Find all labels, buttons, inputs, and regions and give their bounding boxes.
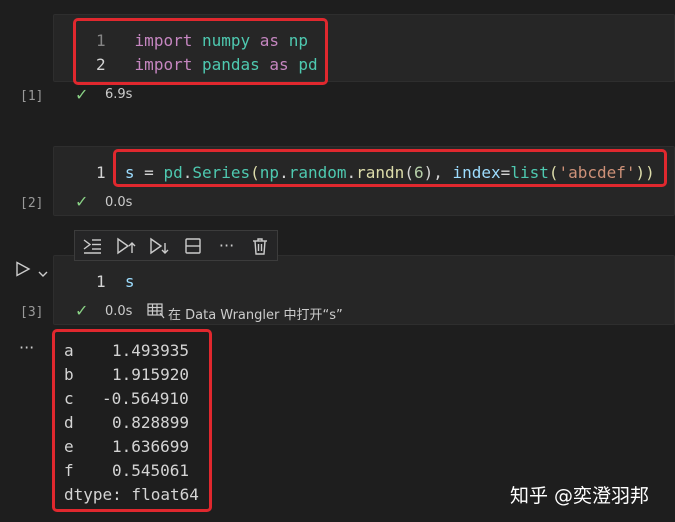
data-wrangler-icon[interactable] <box>147 303 165 323</box>
execution-count: [3] <box>20 305 44 320</box>
highlight-box <box>113 149 667 187</box>
run-below-icon[interactable] <box>142 231 176 260</box>
highlight-box <box>73 18 328 85</box>
line-number: 1 <box>96 163 106 182</box>
code-line[interactable]: 1 s <box>96 272 135 291</box>
split-cell-icon[interactable] <box>176 231 210 260</box>
execution-time: 0.0s <box>105 195 133 210</box>
watermark: 知乎 @奕澄羽邦 <box>510 485 650 507</box>
output-more-icon[interactable]: ··· <box>19 338 34 357</box>
execution-time: 0.0s <box>105 304 133 319</box>
delete-icon[interactable] <box>243 231 277 260</box>
execution-count: [2] <box>20 196 44 211</box>
chevron-down-icon[interactable] <box>37 264 49 283</box>
cell-toolbar: ··· <box>74 230 278 261</box>
success-check-icon: ✓ <box>75 192 89 211</box>
success-check-icon: ✓ <box>75 301 89 320</box>
run-above-icon[interactable] <box>109 231 143 260</box>
code-token: s <box>124 272 135 291</box>
highlight-box <box>52 329 212 512</box>
open-in-data-wrangler-link[interactable]: 在 Data Wrangler 中打开“s” <box>168 304 343 323</box>
execution-count: [1] <box>20 89 44 104</box>
execution-time: 6.9s <box>105 87 133 102</box>
line-number: 1 <box>96 272 106 291</box>
play-icon[interactable] <box>15 261 31 281</box>
more-icon[interactable]: ··· <box>210 231 244 260</box>
execute-above-icon[interactable] <box>75 231 109 260</box>
success-check-icon: ✓ <box>75 85 89 104</box>
